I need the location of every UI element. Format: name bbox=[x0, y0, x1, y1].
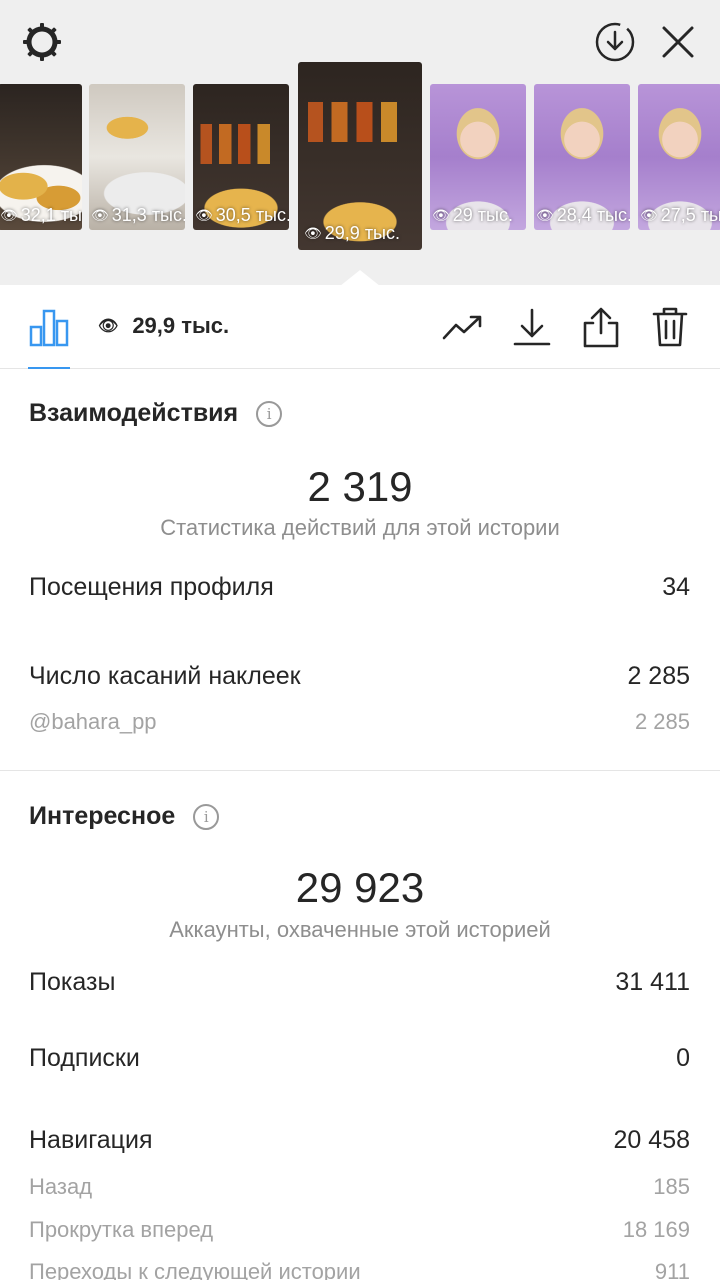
stat-row-back: Назад 185 bbox=[29, 1174, 690, 1199]
active-tab-indicator bbox=[28, 367, 70, 369]
discovery-total: 29 923 bbox=[295, 864, 425, 911]
stat-row-forward: Прокрутка вперед 18 169 bbox=[29, 1217, 690, 1242]
stat-row-profile-visits: Посещения профиля 34 bbox=[29, 573, 690, 601]
story-toolbar: 👁 29,9 тыс. bbox=[0, 285, 720, 369]
story-thumbnail[interactable]: 👁 28,4 тыс. bbox=[534, 84, 630, 230]
stat-row-navigation: Навигация 20 458 bbox=[29, 1126, 690, 1154]
settings-button[interactable] bbox=[18, 18, 66, 66]
info-icon[interactable]: i bbox=[256, 400, 283, 427]
discovery-caption: Аккаунты, охваченные этой историей bbox=[169, 917, 551, 942]
story-thumbnails: 👁32,1 тыс. 👁31,3 тыс. 👁30,5 тыс. 👁29,9 т… bbox=[0, 62, 720, 252]
story-thumbnail[interactable]: 👁27,5 тыс. bbox=[638, 84, 720, 230]
eye-icon: 👁 bbox=[536, 207, 554, 223]
gear-icon bbox=[23, 23, 61, 61]
trending-icon bbox=[442, 315, 482, 340]
eye-icon: 👁 bbox=[640, 207, 658, 223]
discovery-section-title: Интересное i bbox=[29, 802, 220, 831]
share-button[interactable] bbox=[577, 303, 625, 351]
insights-tab[interactable] bbox=[25, 303, 73, 351]
interactions-section-title: Взаимодействия i bbox=[29, 399, 283, 428]
eye-icon: 👁 bbox=[0, 207, 18, 223]
stat-row-follows: Подписки 0 bbox=[29, 1044, 690, 1072]
eye-icon: 👁 bbox=[304, 225, 322, 241]
section-divider bbox=[0, 770, 720, 771]
info-icon[interactable]: i bbox=[193, 803, 220, 830]
trash-icon bbox=[652, 307, 688, 347]
views-count: 👁 29,9 тыс. bbox=[98, 313, 230, 338]
interactions-caption: Статистика действий для этой истории bbox=[160, 515, 560, 540]
share-icon bbox=[583, 307, 619, 348]
interactions-total: 2 319 bbox=[307, 463, 413, 510]
eye-icon: 👁 bbox=[91, 207, 109, 223]
eye-icon: 👁 bbox=[195, 207, 213, 223]
download-circle-icon bbox=[595, 22, 635, 62]
story-thumbnail[interactable]: 👁 29 тыс. bbox=[430, 84, 526, 230]
stat-row-next-story: Переходы к следующей истории 911 bbox=[29, 1259, 690, 1280]
stat-row-sticker-taps: Число касаний наклеек 2 285 bbox=[29, 662, 690, 690]
close-button[interactable] bbox=[654, 18, 702, 66]
story-strip-area: 👁32,1 тыс. 👁31,3 тыс. 👁30,5 тыс. 👁29,9 т… bbox=[0, 0, 720, 286]
save-story-button[interactable] bbox=[591, 18, 639, 66]
download-button[interactable] bbox=[508, 303, 556, 351]
close-icon bbox=[662, 26, 694, 58]
bar-chart-icon bbox=[29, 309, 69, 347]
promote-button[interactable] bbox=[439, 303, 487, 351]
eye-icon: 👁 bbox=[432, 207, 450, 223]
story-thumbnail-selected[interactable]: 👁 29,9 тыс. bbox=[298, 62, 422, 250]
delete-button[interactable] bbox=[646, 303, 694, 351]
stat-row-impressions: Показы 31 411 bbox=[29, 968, 690, 996]
selected-pointer bbox=[340, 270, 380, 286]
eye-icon: 👁 bbox=[98, 318, 119, 335]
download-icon bbox=[513, 308, 551, 346]
stat-row-mention-sticker[interactable]: @bahara_pp 2 285 bbox=[29, 709, 690, 735]
story-thumbnail[interactable]: 👁 31,3 тыс. bbox=[89, 84, 185, 230]
story-thumbnail[interactable]: 👁32,1 тыс. bbox=[0, 84, 82, 230]
story-thumbnail[interactable]: 👁 30,5 тыс. bbox=[193, 84, 289, 230]
